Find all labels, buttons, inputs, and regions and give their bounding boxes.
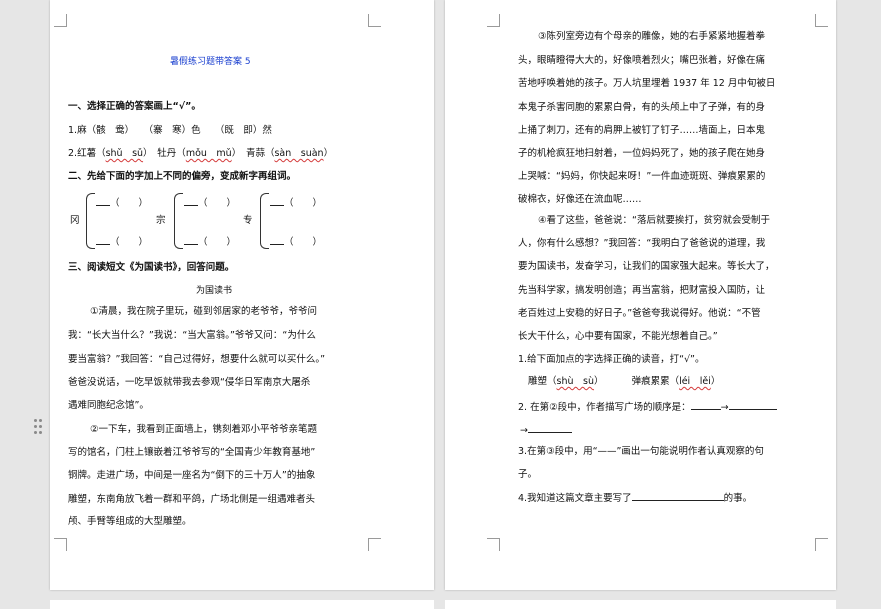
paragraph-line: 写的馆名，门柱上镶嵌着江爷爷写的“全国青少年教育基地” bbox=[68, 447, 316, 458]
question-3-1-options: 雕塑（shù sù） 弹痕累累（léi lěi） bbox=[528, 376, 721, 387]
paragraph-line: 老百姓过上安稳的好日子。”爸爸夸我说得好。他说：“不管 bbox=[518, 308, 761, 319]
question-1-1: 1.麻（骸 鸯） （寨 寒）色 （既 即）然 bbox=[68, 125, 272, 136]
paragraph-line: ①清晨，我在院子里玩，碰到邻居家的老爷爷，爷爷问 bbox=[90, 306, 318, 317]
brace bbox=[260, 193, 269, 249]
question-3-3-cont: 子。 bbox=[518, 469, 538, 480]
paragraph-line: 上哭喊：“妈妈，你快起来呀！”一件血迹斑斑、弹痕累累的 bbox=[518, 171, 766, 182]
paragraph-line: 破棉衣，好像还在流血呢…… bbox=[518, 194, 642, 205]
margin-mark-bottom-right bbox=[815, 538, 828, 551]
paragraph-line: 我：“长大当什么？”我说：“当大富翁。”爷爷又问：“为什么 bbox=[68, 330, 316, 341]
paragraph-line: ③陈列室旁边有个母亲的雕像，她的右手紧紧地握着拳 bbox=[538, 31, 766, 42]
answer-slot: （ ） bbox=[270, 196, 322, 210]
paragraph-line: ④看了这些，爸爸说：“落后就要挨打，贫穷就会受制于 bbox=[538, 215, 770, 226]
pinyin-options: mǒu mǔ bbox=[185, 148, 232, 159]
section-1-heading: 一、选择正确的答案画上“√”。 bbox=[68, 101, 201, 112]
paragraph-line: 苦地呼唤着她的孩子。万人坑里埋着 1937 年 12 月中旬被日 bbox=[518, 78, 776, 89]
pinyin-options: shǔ sǔ bbox=[105, 148, 144, 159]
paragraph-line: ②一下车，我看到正面墙上，镌刻着邓小平爷爷亲笔题 bbox=[90, 424, 318, 435]
base-character-1: 冈 bbox=[70, 215, 80, 226]
paragraph-line: 上捅了刺刀，还有的肩胛上被钉了钉子……墙面上，日本鬼 bbox=[518, 125, 766, 136]
paragraph-line: 头，眼睛瞪得大大的，好像喷着烈火；嘴巴张着，好像在痛 bbox=[518, 55, 766, 66]
section-2-heading: 二、先给下面的字加上不同的偏旁，变成新字再组词。 bbox=[68, 171, 297, 182]
drag-handle-icon[interactable] bbox=[34, 419, 44, 435]
document-page-1[interactable]: 暑假练习题带答案 5 一、选择正确的答案画上“√”。 1.麻（骸 鸯） （寨 寒… bbox=[50, 0, 434, 590]
document-page-2[interactable]: ③陈列室旁边有个母亲的雕像，她的右手紧紧地握着拳 头，眼睛瞪得大大的，好像喷着烈… bbox=[445, 0, 836, 590]
question-3-2-cont: → bbox=[520, 423, 572, 437]
base-character-3: 专 bbox=[243, 215, 253, 226]
paragraph-line: 要为国读书，发奋学习，让我们的国家强大起来。等长大了， bbox=[518, 261, 775, 272]
paragraph-line: 先当科学家，搞发明创造；再当富翁，把财富投入国防，让 bbox=[518, 285, 766, 296]
question-3-1: 1.给下面加点的字选择正确的读音，打“√”。 bbox=[518, 354, 705, 365]
answer-slot: （ ） bbox=[184, 196, 236, 210]
section-3-heading: 三、阅读短文《为国读书》，回答问题。 bbox=[68, 262, 235, 273]
question-3-4: 4.我知道这篇文章主要写了 的事。 bbox=[518, 493, 753, 504]
answer-slot: （ ） bbox=[96, 196, 148, 210]
question-3-3: 3.在第③段中，用“——”画出一句能说明作者认真观察的句 bbox=[518, 446, 764, 457]
base-character-2: 宗 bbox=[156, 215, 166, 226]
brace bbox=[174, 193, 183, 249]
paragraph-line: 长大干什么，心中要有国家，不能光想着自己。” bbox=[518, 331, 718, 342]
document-title: 暑假练习题带答案 5 bbox=[170, 57, 251, 67]
next-page-edge bbox=[445, 600, 836, 609]
margin-mark-bottom-left bbox=[54, 538, 67, 551]
margin-mark-bottom-right bbox=[368, 538, 381, 551]
paragraph-line: 颅、手臂等组成的大型雕塑。 bbox=[68, 516, 192, 527]
article-title: 为国读书 bbox=[196, 286, 233, 296]
next-page-edge bbox=[50, 600, 434, 609]
margin-mark-bottom-left bbox=[487, 538, 500, 551]
brace bbox=[86, 193, 95, 249]
answer-slot: （ ） bbox=[270, 235, 322, 249]
paragraph-line: 遇难同胞纪念馆”。 bbox=[68, 400, 149, 411]
paragraph-line: 雕塑，东南角放飞着一群和平鸽，广场北侧是一组遇难者头 bbox=[68, 494, 316, 505]
paragraph-line: 爸爸没说话，一吃早饭就带我去参观“侵华日军南京大屠杀 bbox=[68, 377, 311, 388]
paragraph-line: 子的机枪疯狂地扫射着，一位妈妈死了，她的孩子爬在她身 bbox=[518, 148, 766, 159]
paragraph-line: 要当富翁？”我回答：“自己过得好，想要什么就可以买什么。” bbox=[68, 354, 326, 365]
margin-mark-top-left bbox=[54, 14, 67, 27]
question-1-2: 2.红薯（shǔ sǔ） 牡丹（mǒu mǔ） 青蒜（sàn suàn） bbox=[68, 148, 334, 159]
question-3-2: 2. 在第②段中，作者描写广场的顺序是： → bbox=[518, 400, 777, 414]
paragraph-line: 本鬼子杀害同胞的累累白骨，有的头颅上中了子弹，有的身 bbox=[518, 102, 766, 113]
paragraph-line: 铜牌。走进广场，中间是一座名为“倒下的三十万人”的抽象 bbox=[68, 470, 316, 481]
margin-mark-top-left bbox=[487, 14, 500, 27]
pinyin-options: sàn suàn bbox=[274, 148, 324, 159]
answer-slot: （ ） bbox=[184, 235, 236, 249]
paragraph-line: 人，你有什么感想？”我回答：“我明白了爸爸说的道理，我 bbox=[518, 238, 766, 249]
margin-mark-top-right bbox=[368, 14, 381, 27]
margin-mark-top-right bbox=[815, 14, 828, 27]
answer-slot: （ ） bbox=[96, 235, 148, 249]
